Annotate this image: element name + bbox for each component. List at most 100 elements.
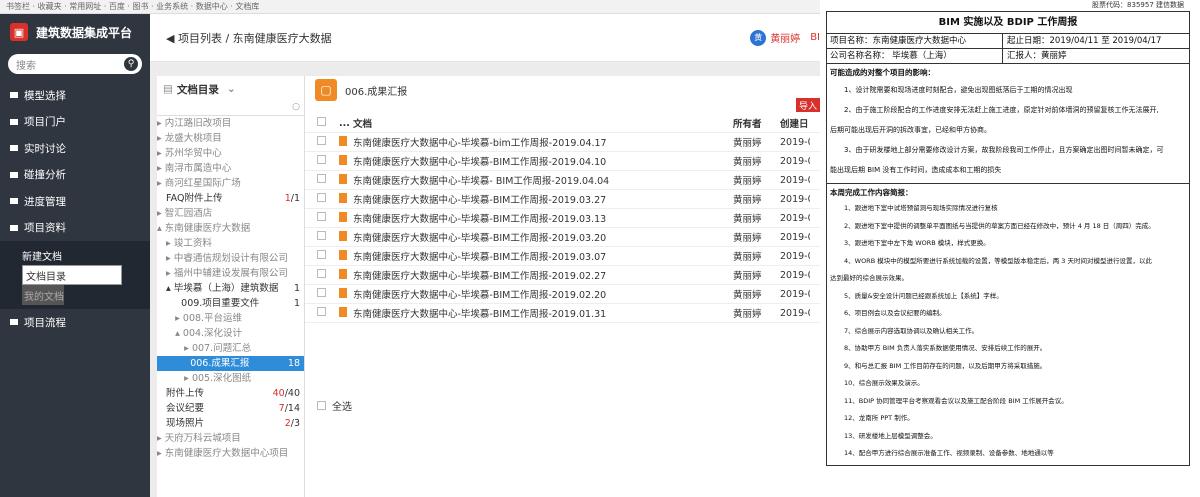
tree-node[interactable]: ▸ 南浔市属造中心 <box>157 161 304 176</box>
impact-heading: 可能造成的对整个项目的影响： <box>830 68 935 77</box>
brand: ▣ 建筑数据集成平台 <box>0 14 150 50</box>
file-name[interactable]: 东南健康医疗大数据中心-毕埃慕-BIM工作周报-2019.03.07 <box>353 249 733 263</box>
sidebar-item-portal[interactable]: 项目门户 <box>0 109 150 136</box>
subnav-new-doc[interactable]: 新建文档 <box>22 245 150 265</box>
tree-node-label: ▸ 007.问题汇总 <box>157 343 252 354</box>
doc-tree-panel: ▤ 文档目录 ⌄ ○ ▸ 内江路旧改项目 ▸ 龙盛大桃项目 ▸ 苏州华贸中心 ▸ 南浔… <box>157 76 305 497</box>
document-icon <box>339 211 347 222</box>
sidebar-item-flow[interactable]: 项目流程 <box>0 309 150 336</box>
document-icon <box>339 173 347 184</box>
table-row[interactable]: 东南健康医疗大数据中心-毕埃慕-bim工作周报-2019.04.17 黄丽婷 201… <box>305 133 820 152</box>
file-name[interactable]: 东南健康医疗大数据中心-毕埃慕-BIM工作周报-2019.03.20 <box>353 230 733 244</box>
table-row[interactable]: 东南健康医疗大数据中心-毕埃慕-BIM工作周报-2019.03.27 黄丽婷 201… <box>305 190 820 209</box>
weekly-report-document: BIM 实施以及 BDIP 工作周报 项目名称：东南健康医疗大数据中心 起止日期… <box>826 11 1190 466</box>
import-button[interactable]: 导入 <box>796 98 820 112</box>
sidebar-item-clash[interactable]: 碰撞分析 <box>0 162 150 189</box>
table-row[interactable]: 东南健康医疗大数据中心-毕埃慕-BIM工作周报-2019.02.20 黄丽婷 201… <box>305 285 820 304</box>
file-name[interactable]: 东南健康医疗大数据中心-毕埃慕-BIM工作周报-2019.02.20 <box>353 287 733 301</box>
done-item: 9、和与总汇报 BIM 工作目前存在的问题，以及后期甲方将采取措施。 <box>844 361 1047 370</box>
select-all-checkbox[interactable] <box>317 401 326 410</box>
file-name[interactable]: 东南健康医疗大数据中心-毕埃慕- BIM工作周报-2019.04.04 <box>353 173 733 187</box>
tree-node[interactable]: ▸ 005.深化图纸 <box>157 371 304 386</box>
sidebar-item-model[interactable]: 模型选择 <box>0 82 150 109</box>
subnav-my-docs[interactable]: 我的文档 <box>22 285 64 305</box>
breadcrumb[interactable]: ◀ 项目列表 / 东南健康医疗大数据 <box>166 30 332 46</box>
file-name[interactable]: 东南健康医疗大数据中心-毕埃慕-BIM工作周报-2019.03.27 <box>353 192 733 206</box>
done-item: 7、综合展示内容选取协调以及确认相关工作。 <box>844 326 979 335</box>
tree-node[interactable]: ▴ 东南健康医疗大数据 <box>157 221 304 236</box>
table-row[interactable]: 东南健康医疗大数据中心-毕埃慕-BIM工作周报-2019.03.20 黄丽婷 201… <box>305 228 820 247</box>
file-name[interactable]: 东南健康医疗大数据中心-毕埃慕-BIM工作周报-2019.01.31 <box>353 306 733 320</box>
sidebar-item-docs[interactable]: 项目资料 <box>0 215 150 242</box>
tree-node[interactable]: ▸ 龙盛大桃项目 <box>157 131 304 146</box>
tree-node[interactable]: ▴ 004.深化设计 <box>157 326 304 341</box>
tree-node-label: ▴ 毕埃慕（上海）建筑数据 <box>157 283 279 294</box>
sidebar-item-label: 实时讨论 <box>24 142 66 155</box>
tree-node-label: ▴ 东南健康医疗大数据 <box>157 223 251 234</box>
tree-node[interactable]: ▸ 智汇园酒店 <box>157 206 304 221</box>
col-owner[interactable]: 所有者 <box>733 116 780 130</box>
tree-node[interactable]: ▸ 天府万科云城项目 <box>157 431 304 446</box>
tree-node[interactable]: 009.项目重要文件 1 <box>157 296 304 311</box>
tree-node[interactable]: ▸ 竣工资料 <box>157 236 304 251</box>
table-row[interactable]: 东南健康医疗大数据中心-毕埃慕-BIM工作周报-2019.04.10 黄丽婷 201… <box>305 152 820 171</box>
tree-node[interactable]: ▸ 东南健康医疗大数据中心项目 <box>157 446 304 461</box>
file-name[interactable]: 东南健康医疗大数据中心-毕埃慕-BIM工作周报-2019.02.27 <box>353 268 733 282</box>
file-owner: 黄丽婷 <box>733 309 762 320</box>
tree-node[interactable]: 附件上传 40/40 <box>157 386 304 401</box>
tree-node[interactable]: 006.成果汇报 18 <box>157 356 304 371</box>
file-rows: 东南健康医疗大数据中心-毕埃慕-bim工作周报-2019.04.17 黄丽婷 201… <box>305 133 820 323</box>
sidebar-item-discuss[interactable]: 实时讨论 <box>0 135 150 162</box>
impact-line: 后期可能出现后开洞的拆改事宜，已经和甲方协商。 <box>830 126 991 134</box>
tree-node-label: ▸ 竣工资料 <box>157 238 212 249</box>
tree-node[interactable]: 会议纪要 7/14 <box>157 401 304 416</box>
sidebar-search-input[interactable]: 搜索 ⚲ <box>8 54 142 74</box>
done-section: 本周完成工作内容简报： 1、跟进地下室中试塔预留洞与现场实际情况进行复核 2、跟进… <box>827 184 1189 466</box>
tree-node-label: ▸ 005.深化图纸 <box>157 373 252 384</box>
tree-nodes: ▸ 内江路旧改项目 ▸ 龙盛大桃项目 ▸ 苏州华贸中心 ▸ 南浔市属造中心 ▸ 商河红星… <box>157 116 304 461</box>
file-name[interactable]: 东南健康医疗大数据中心-毕埃慕-bim工作周报-2019.04.17 <box>353 135 733 149</box>
sidebar-item-progress[interactable]: 进度管理 <box>0 188 150 215</box>
tree-node[interactable]: ▸ 中睿通信规划设计有限公司 <box>157 251 304 266</box>
tree-node[interactable]: ▴ 毕埃慕（上海）建筑数据 1 <box>157 281 304 296</box>
file-name[interactable]: 东南健康医疗大数据中心-毕埃慕-BIM工作周报-2019.04.10 <box>353 154 733 168</box>
table-row[interactable]: 东南健康医疗大数据中心-毕埃慕-BIM工作周报-2019.03.13 黄丽婷 201… <box>305 209 820 228</box>
document-icon <box>339 192 347 203</box>
tree-node[interactable]: ▸ 内江路旧改项目 <box>157 116 304 131</box>
sidebar-item-label: 进度管理 <box>24 195 66 208</box>
tree-node[interactable]: ▸ 苏州华贸中心 <box>157 146 304 161</box>
tree-node[interactable]: 现场照片 2/3 <box>157 416 304 431</box>
tree-title: 文档目录 <box>176 83 219 96</box>
menu-icon <box>10 319 18 326</box>
table-row[interactable]: 东南健康医疗大数据中心-毕埃慕-BIM工作周报-2019.02.27 黄丽婷 201… <box>305 266 820 285</box>
table-row[interactable]: 东南健康医疗大数据中心-毕埃慕-BIM工作周报-2019.03.07 黄丽婷 201… <box>305 247 820 266</box>
current-folder: ▢ 006.成果汇报 <box>305 79 820 101</box>
tree-node[interactable]: ▸ 007.问题汇总 <box>157 341 304 356</box>
file-date: 2019-0 <box>780 269 810 281</box>
subnav-doc-catalog[interactable]: 文档目录 <box>22 265 122 285</box>
search-icon[interactable]: ○ <box>292 102 300 112</box>
file-date: 2019-0 <box>780 231 810 243</box>
search-icon[interactable]: ⚲ <box>124 57 138 71</box>
tree-node-count: 1 <box>293 283 300 294</box>
tree-node[interactable]: ▸ 008.平台运维 <box>157 311 304 326</box>
menu-icon <box>10 198 18 205</box>
tree-search-input[interactable]: ○ <box>157 102 304 116</box>
col-date[interactable]: 创建日 <box>780 116 810 130</box>
tree-node[interactable]: ▸ 商河红星国际广场 <box>157 176 304 191</box>
table-row[interactable]: 东南健康医疗大数据中心-毕埃慕- BIM工作周报-2019.04.04 黄丽婷 20… <box>305 171 820 190</box>
count-total: /40 <box>284 388 300 399</box>
done-item: 12、龙南所 PPT 制作。 <box>844 414 914 422</box>
user-menu[interactable]: 黄 黄丽婷 BI <box>750 29 820 46</box>
tree-node-label: 009.项目重要文件 <box>157 298 260 309</box>
file-date: 2019-0 <box>780 212 810 224</box>
tree-node[interactable]: FAQ附件上传 1/1 <box>157 191 304 206</box>
tree-node[interactable]: ▸ 福州中辅建设发展有限公司 <box>157 266 304 281</box>
done-item: 14、配合甲方进行综合展示准备工作、视频录制、设备参数、地地通以等 <box>844 449 1054 457</box>
file-name[interactable]: 东南健康医疗大数据中心-毕埃慕-BIM工作周报-2019.03.13 <box>353 211 733 225</box>
col-name[interactable]: 文档 <box>353 116 733 130</box>
user-name: 黄丽婷 <box>770 34 801 45</box>
select-all[interactable]: 全选 <box>317 398 352 413</box>
table-row[interactable]: 东南健康医疗大数据中心-毕埃慕-BIM工作周报-2019.01.31 黄丽婷 201… <box>305 304 820 323</box>
tree-header[interactable]: ▤ 文档目录 ⌄ <box>157 76 304 102</box>
